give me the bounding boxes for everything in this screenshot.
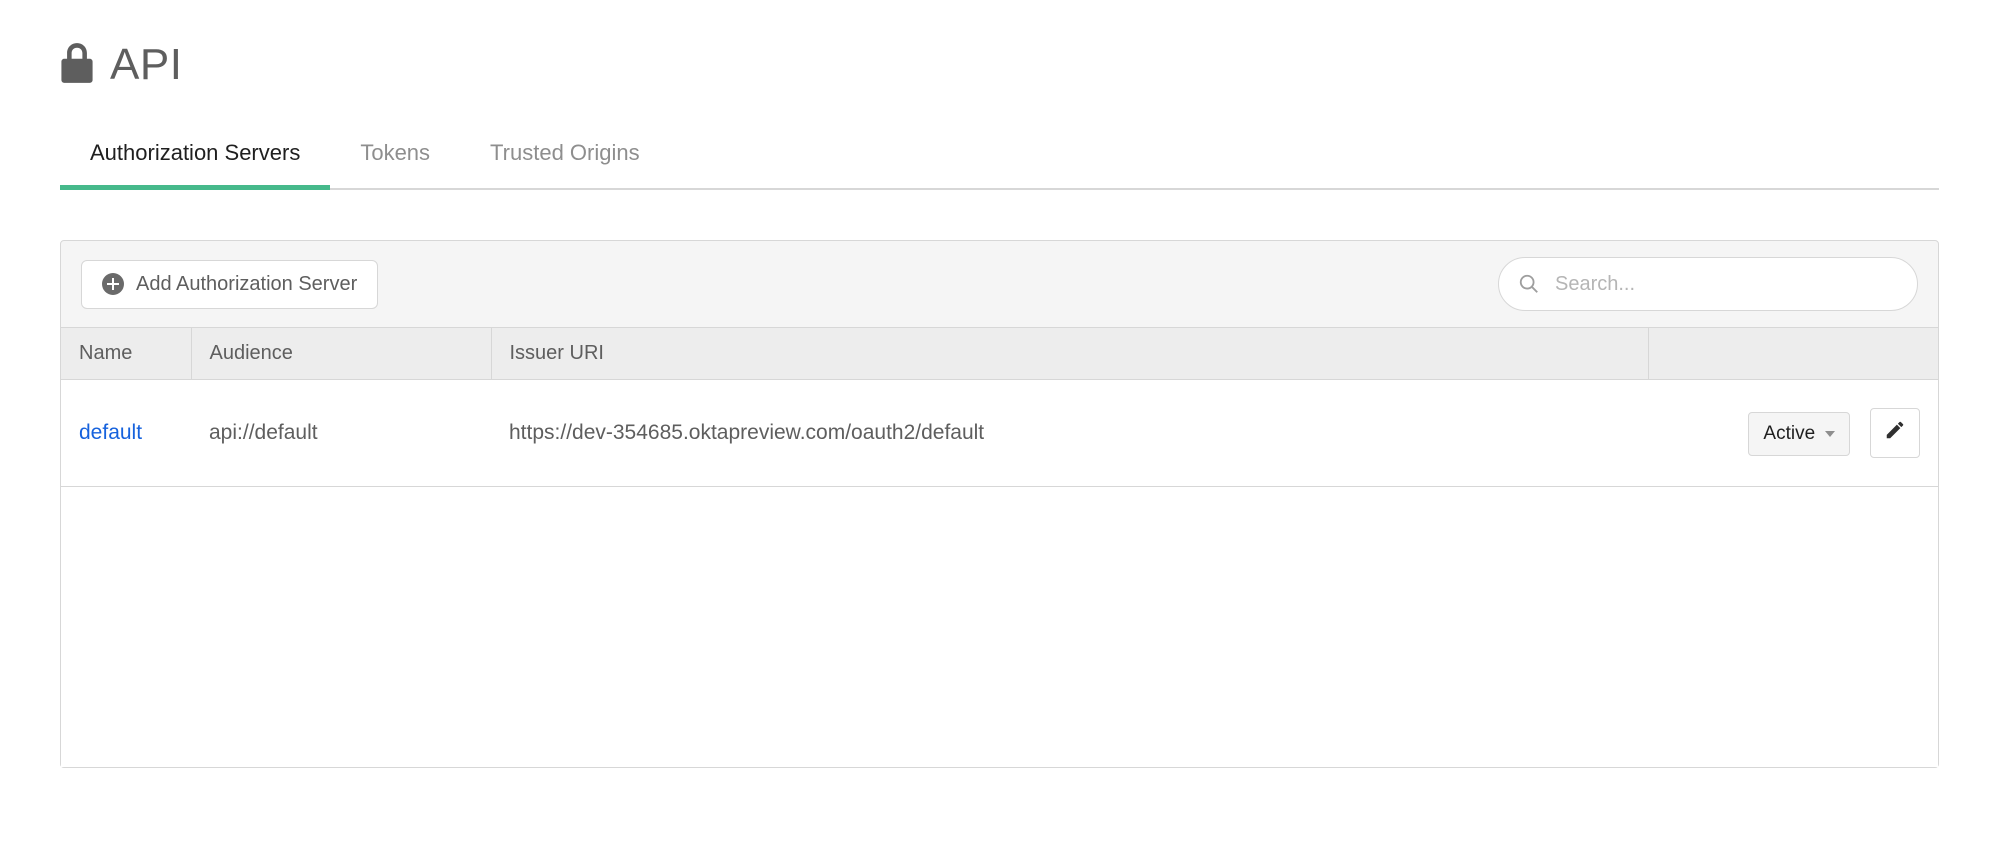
plus-circle-icon bbox=[102, 273, 124, 295]
pencil-icon bbox=[1884, 419, 1906, 447]
add-button-label: Add Authorization Server bbox=[136, 273, 357, 296]
status-dropdown[interactable]: Active bbox=[1748, 412, 1850, 456]
tab-bar: Authorization Servers Tokens Trusted Ori… bbox=[60, 140, 1939, 190]
server-issuer-uri: https://dev-354685.oktapreview.com/oauth… bbox=[491, 380, 1648, 487]
col-header-actions bbox=[1648, 328, 1938, 380]
search-input[interactable] bbox=[1498, 257, 1918, 311]
server-name-link[interactable]: default bbox=[79, 421, 142, 444]
server-audience: api://default bbox=[191, 380, 491, 487]
col-header-issuer: Issuer URI bbox=[491, 328, 1648, 380]
status-label: Active bbox=[1763, 423, 1815, 445]
add-authorization-server-button[interactable]: Add Authorization Server bbox=[81, 260, 378, 309]
page-header: API bbox=[60, 40, 1939, 90]
caret-down-icon bbox=[1825, 431, 1835, 437]
page-title: API bbox=[110, 40, 182, 90]
tab-trusted-origins[interactable]: Trusted Origins bbox=[490, 140, 640, 188]
table-row: default api://default https://dev-354685… bbox=[61, 380, 1938, 487]
search-field[interactable] bbox=[1498, 257, 1918, 311]
edit-button[interactable] bbox=[1870, 408, 1920, 458]
authorization-servers-table: Name Audience Issuer URI default api://d… bbox=[61, 327, 1938, 487]
empty-space bbox=[61, 487, 1938, 767]
authorization-servers-panel: Add Authorization Server Name Aud bbox=[60, 240, 1939, 768]
col-header-audience: Audience bbox=[191, 328, 491, 380]
lock-icon bbox=[60, 43, 94, 88]
tab-authorization-servers[interactable]: Authorization Servers bbox=[90, 140, 300, 188]
table-header-row: Name Audience Issuer URI bbox=[61, 328, 1938, 380]
col-header-name: Name bbox=[61, 328, 191, 380]
panel-toolbar: Add Authorization Server bbox=[61, 241, 1938, 327]
tab-tokens[interactable]: Tokens bbox=[360, 140, 430, 188]
